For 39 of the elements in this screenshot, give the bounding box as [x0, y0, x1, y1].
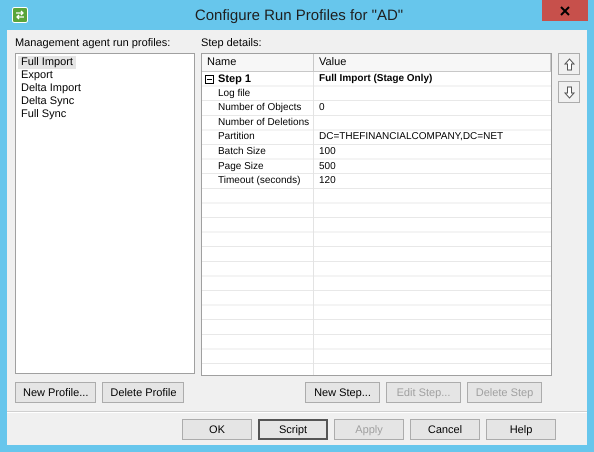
profile-item[interactable]: Full Sync: [18, 108, 70, 121]
step-name: Step 1: [218, 73, 252, 86]
arrow-up-icon: [564, 58, 574, 70]
step-details-label: Step details:: [201, 36, 263, 50]
dialog-button[interactable]: Help: [486, 419, 556, 440]
dialog-button[interactable]: Cancel: [410, 419, 480, 440]
move-down-button[interactable]: [558, 81, 580, 103]
profile-button[interactable]: New Profile...: [15, 382, 96, 403]
profile-item[interactable]: Delta Import: [18, 82, 84, 95]
profile-item[interactable]: Export: [18, 69, 56, 82]
close-icon: [560, 6, 570, 16]
table-cell-text: DC=THEFINANCIALCOMPANY,DC=NET: [318, 130, 504, 144]
table-cell-text: Number of Objects: [217, 101, 302, 116]
dialog-button[interactable]: Script: [258, 419, 328, 440]
table-cell-text: Page Size: [217, 160, 265, 174]
step-button[interactable]: New Step...: [305, 382, 380, 403]
arrow-down-icon: [564, 86, 574, 98]
column-header[interactable]: Name: [202, 54, 314, 72]
profile-item[interactable]: Delta Sync: [18, 95, 78, 108]
app-icon: [12, 7, 28, 23]
column-header[interactable]: Value: [314, 54, 551, 72]
window-title: Configure Run Profiles for "AD": [194, 6, 404, 24]
table-cell-text: Number of Deletions: [217, 116, 310, 130]
table-cell-text: Partition: [217, 130, 256, 144]
move-up-button[interactable]: [558, 53, 580, 75]
table-cell-text: 500: [318, 160, 337, 174]
close-button[interactable]: [542, 0, 588, 21]
table-cell-text: Full Import (Stage Only): [318, 72, 434, 86]
profiles-label: Management agent run profiles:: [15, 36, 172, 50]
collapse-icon[interactable]: [205, 74, 214, 84]
table-cell-text: Log file: [217, 86, 252, 101]
table-cell-text: 100: [318, 144, 337, 159]
table-cell-text: Timeout (seconds): [217, 174, 302, 188]
profile-button[interactable]: Delete Profile: [102, 382, 184, 403]
table-cell-text: 120: [318, 174, 337, 188]
table-cell-text: 0: [318, 101, 326, 116]
dialog-button[interactable]: OK: [182, 419, 252, 440]
profile-item[interactable]: Full Import: [18, 56, 76, 69]
table-cell-text: Batch Size: [217, 144, 267, 159]
